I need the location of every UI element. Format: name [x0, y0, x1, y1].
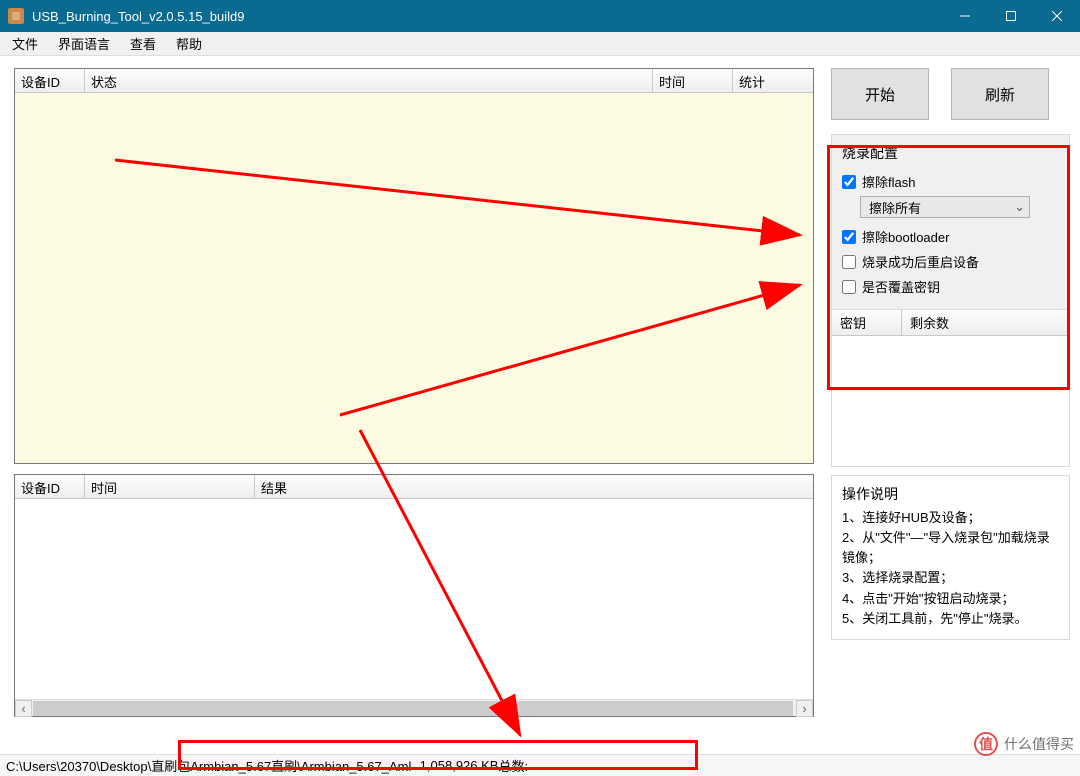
- scroll-left-icon[interactable]: ‹: [15, 700, 32, 717]
- key-table: 密钥 剩余数: [831, 309, 1070, 467]
- reboot-after-label: 烧录成功后重启设备: [862, 252, 979, 271]
- col-time[interactable]: 时间: [653, 69, 733, 92]
- reboot-after-checkbox[interactable]: 烧录成功后重启设备: [842, 249, 1059, 274]
- statusbar-path: C:\Users\20370\Desktop\直刷包Armbian_5.67直刷…: [6, 756, 416, 775]
- erase-bootloader-checkbox[interactable]: 擦除bootloader: [842, 224, 1059, 249]
- menu-ui-language[interactable]: 界面语言: [50, 32, 118, 55]
- ops-line: 1、连接好HUB及设备；: [842, 508, 1059, 528]
- device-table-header: 设备ID 状态 时间 统计: [15, 69, 813, 93]
- col-log-device-id[interactable]: 设备ID: [15, 475, 85, 498]
- burn-config-panel: 烧录配置 擦除flash 擦除所有 ⌄ 擦除bootloader 烧录成功后重启…: [831, 134, 1070, 310]
- key-table-body: [832, 336, 1069, 466]
- col-device-id[interactable]: 设备ID: [15, 69, 85, 92]
- erase-mode-value: 擦除所有: [869, 198, 921, 217]
- statusbar-size: 1,058,926 KB: [420, 758, 499, 773]
- menubar: 文件 界面语言 查看 帮助: [0, 32, 1080, 56]
- scroll-right-icon[interactable]: ›: [796, 700, 813, 717]
- scroll-thumb[interactable]: [33, 701, 793, 716]
- burn-config-title: 烧录配置: [842, 141, 1059, 169]
- erase-mode-select[interactable]: 擦除所有 ⌄: [860, 196, 1030, 218]
- log-table-hscroll[interactable]: ‹ ›: [15, 699, 813, 716]
- col-log-result[interactable]: 结果: [255, 475, 813, 498]
- chevron-down-icon: ⌄: [1014, 199, 1025, 215]
- minimize-button[interactable]: [942, 0, 988, 32]
- refresh-button[interactable]: 刷新: [951, 68, 1049, 120]
- col-key[interactable]: 密钥: [832, 310, 902, 335]
- start-button[interactable]: 开始: [831, 68, 929, 120]
- overwrite-key-label: 是否覆盖密钥: [862, 277, 940, 296]
- operation-instructions: 操作说明 1、连接好HUB及设备； 2、从"文件"—"导入烧录包"加载烧录镜像；…: [831, 475, 1070, 640]
- overwrite-key-input[interactable]: [842, 280, 856, 294]
- watermark-icon: 值: [974, 732, 998, 756]
- close-button[interactable]: [1034, 0, 1080, 32]
- menu-help[interactable]: 帮助: [168, 32, 210, 55]
- ops-line: 4、点击"开始"按钮启动烧录；: [842, 589, 1059, 609]
- watermark: 值 什么值得买: [974, 732, 1074, 756]
- watermark-text: 什么值得买: [1004, 734, 1074, 754]
- reboot-after-input[interactable]: [842, 255, 856, 269]
- key-table-header: 密钥 剩余数: [832, 310, 1069, 336]
- ops-line: 3、选择烧录配置；: [842, 568, 1059, 588]
- erase-flash-label: 擦除flash: [862, 172, 915, 191]
- ops-line: 2、从"文件"—"导入烧录包"加载烧录镜像；: [842, 528, 1059, 568]
- menu-file[interactable]: 文件: [4, 32, 46, 55]
- ops-line: 5、关闭工具前，先"停止"烧录。: [842, 609, 1059, 629]
- statusbar: C:\Users\20370\Desktop\直刷包Armbian_5.67直刷…: [0, 754, 1080, 776]
- col-log-time[interactable]: 时间: [85, 475, 255, 498]
- erase-flash-input[interactable]: [842, 175, 856, 189]
- window-title: USB_Burning_Tool_v2.0.5.15_build9: [32, 9, 942, 24]
- col-remaining[interactable]: 剩余数: [902, 310, 1069, 335]
- erase-bootloader-label: 擦除bootloader: [862, 227, 949, 246]
- menu-view[interactable]: 查看: [122, 32, 164, 55]
- erase-flash-checkbox[interactable]: 擦除flash: [842, 169, 1059, 194]
- erase-bootloader-input[interactable]: [842, 230, 856, 244]
- overwrite-key-checkbox[interactable]: 是否覆盖密钥: [842, 274, 1059, 299]
- app-icon: [8, 8, 24, 24]
- device-table-body: [15, 93, 813, 463]
- window-titlebar: USB_Burning_Tool_v2.0.5.15_build9: [0, 0, 1080, 32]
- col-stats[interactable]: 统计: [733, 69, 813, 92]
- statusbar-total: 总数:: [498, 756, 528, 775]
- device-table: 设备ID 状态 时间 统计: [14, 68, 814, 464]
- col-status[interactable]: 状态: [85, 69, 653, 92]
- log-table-body: [15, 499, 813, 699]
- ops-title: 操作说明: [842, 484, 1059, 508]
- maximize-button[interactable]: [988, 0, 1034, 32]
- log-table-header: 设备ID 时间 结果: [15, 475, 813, 499]
- log-table: 设备ID 时间 结果 ‹ ›: [14, 474, 814, 717]
